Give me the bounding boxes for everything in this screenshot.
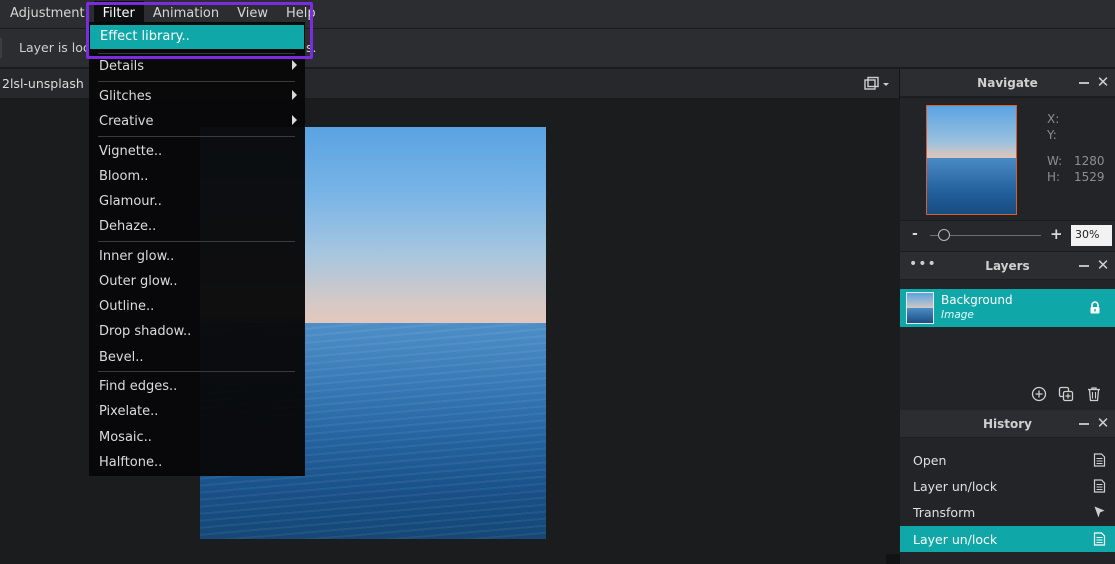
add-layer-icon[interactable] (1031, 386, 1047, 402)
history-item-layer-unlock-selected[interactable]: Layer un/lock (900, 526, 1115, 552)
menu-item-inner-glow[interactable]: Inner glow.. (89, 245, 305, 269)
close-icon[interactable]: ✕ (1096, 75, 1110, 90)
menu-item-bloom[interactable]: Bloom.. (89, 165, 305, 189)
menu-item-find-edges[interactable]: Find edges.. (89, 375, 305, 399)
close-icon[interactable]: ✕ (1096, 258, 1110, 273)
menu-separator (98, 371, 295, 372)
document-icon (1093, 453, 1106, 467)
menu-item-glamour[interactable]: Glamour.. (89, 190, 305, 214)
layer-name: Background (941, 293, 1013, 307)
layers-panel: Background Image (900, 280, 1115, 380)
navigator-preview[interactable] (926, 105, 1017, 215)
toolbar-message-tail: s. (306, 40, 317, 55)
lock-icon[interactable] (1089, 301, 1101, 314)
navigate-panel: X: Y: W: 1280 H: 1529 (900, 98, 1115, 220)
minimize-icon[interactable] (1079, 82, 1089, 84)
document-icon (1093, 532, 1106, 546)
layer-row[interactable]: Background Image (900, 289, 1115, 327)
menu-item-outline[interactable]: Outline.. (89, 295, 305, 319)
navigate-panel-header: Navigate ✕ (900, 69, 1115, 97)
document-tab[interactable]: 2lsl-unsplash (2, 76, 84, 91)
minimize-icon[interactable] (1079, 423, 1089, 425)
submenu-arrow-icon (292, 115, 297, 125)
history-item-open[interactable]: Open (900, 447, 1115, 473)
menu-item-details[interactable]: Details (89, 55, 305, 79)
menu-separator (98, 241, 295, 242)
duplicate-layer-icon[interactable] (1058, 386, 1074, 402)
canvas-scroll-corner (886, 554, 900, 564)
close-icon[interactable]: ✕ (1096, 416, 1110, 431)
w-label: W: (1047, 154, 1063, 168)
menu-item-halftone[interactable]: Halftone.. (89, 451, 305, 475)
menu-separator (98, 136, 295, 137)
zoom-input[interactable]: 30% (1071, 225, 1112, 246)
history-panel-header: History ✕ (900, 410, 1115, 438)
menu-item-glitches[interactable]: Glitches (89, 85, 305, 109)
menu-separator (98, 53, 295, 54)
menu-item-outer-glow[interactable]: Outer glow.. (89, 270, 305, 294)
menu-item-dehaze[interactable]: Dehaze.. (89, 215, 305, 239)
menu-adjustment[interactable]: Adjustment (0, 1, 94, 27)
menu-item-vignette[interactable]: Vignette.. (89, 140, 305, 164)
history-panel: Open Layer un/lock Transform Layer un/lo… (900, 438, 1115, 564)
zoom-slider-thumb[interactable] (938, 229, 950, 241)
h-label: H: (1047, 170, 1061, 184)
menu-item-drop-shadow[interactable]: Drop shadow.. (89, 320, 305, 344)
toolbar-grip[interactable] (0, 38, 2, 58)
menu-item-pixelate[interactable]: Pixelate.. (89, 400, 305, 424)
history-item-layer-unlock[interactable]: Layer un/lock (900, 473, 1115, 499)
pointer-icon (1094, 506, 1105, 518)
y-label: Y: (1047, 128, 1057, 142)
minimize-icon[interactable] (1079, 265, 1089, 267)
menu-item-creative[interactable]: Creative (89, 110, 305, 134)
menu-item-effect-library[interactable]: Effect library.. (90, 25, 304, 49)
filter-menu-dropdown: Effect library.. Details Glitches Creati… (89, 22, 305, 476)
zoom-control: - + 30% (900, 221, 1115, 251)
layer-tools (900, 380, 1115, 410)
layer-thumbnail (906, 292, 934, 324)
w-value: 1280 (1074, 154, 1105, 168)
x-label: X: (1047, 112, 1060, 126)
menu-item-bevel[interactable]: Bevel.. (89, 346, 305, 370)
menu-item-mosaic[interactable]: Mosaic.. (89, 426, 305, 450)
submenu-arrow-icon (292, 60, 297, 70)
delete-layer-icon[interactable] (1086, 386, 1102, 402)
window-arrange-icon[interactable] (862, 76, 890, 92)
layer-type: Image (941, 309, 974, 321)
submenu-arrow-icon (292, 90, 297, 100)
history-item-transform[interactable]: Transform (900, 499, 1115, 525)
layers-panel-header: ••• Layers ✕ (900, 252, 1115, 280)
zoom-in-button[interactable]: + (1050, 225, 1063, 243)
document-icon (1093, 479, 1106, 493)
menu-separator (98, 81, 295, 82)
zoom-out-button[interactable]: - (912, 226, 918, 242)
h-value: 1529 (1074, 170, 1105, 184)
